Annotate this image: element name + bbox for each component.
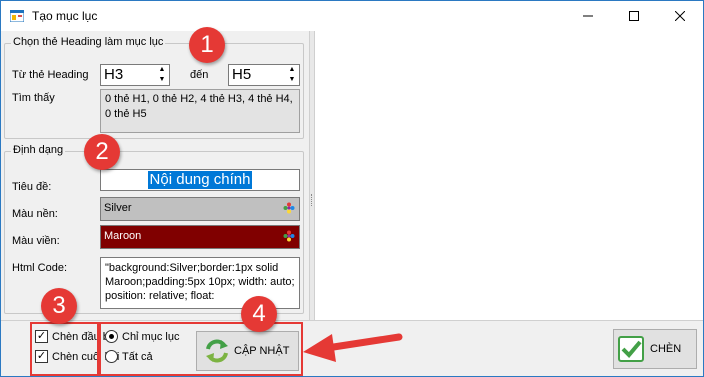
html-code-label: Html Code: <box>12 262 68 274</box>
minimize-icon <box>583 15 593 17</box>
to-heading-label: đến <box>190 69 209 81</box>
app-window-icon <box>10 10 24 22</box>
annotation-badge-4: 4 <box>241 296 277 332</box>
found-label: Tìm thấy <box>12 92 55 104</box>
title-input[interactable]: Nội dung chính <box>100 169 300 191</box>
heading-group: Chọn thẻ Heading làm mục lục Từ thẻ Head… <box>4 36 304 139</box>
color-palette-icon[interactable] <box>283 230 295 242</box>
checkmark-icon <box>618 336 644 362</box>
preview-panel <box>315 31 703 320</box>
format-group-legend: Định dạng <box>11 144 66 156</box>
to-heading-spinner[interactable]: H5 ▲ ▼ <box>228 64 300 86</box>
border-color-label: Màu viền: <box>12 235 60 247</box>
close-icon <box>675 11 685 21</box>
maximize-button[interactable] <box>611 1 657 31</box>
annotation-badge-3: 3 <box>41 288 77 324</box>
to-heading-value: H5 <box>232 66 252 83</box>
background-color-label: Màu nền: <box>12 208 58 220</box>
background-color-field[interactable]: Silver <box>100 197 300 221</box>
spinner-arrows-icon[interactable]: ▲ ▼ <box>285 65 299 85</box>
annotation-badge-2: 2 <box>84 134 120 170</box>
heading-group-legend: Chọn thẻ Heading làm mục lục <box>11 36 166 48</box>
insert-button[interactable]: CHÈN <box>613 329 697 369</box>
annotation-frame-options <box>99 322 303 376</box>
from-heading-label: Từ thẻ Heading <box>12 69 89 81</box>
splitter-grip-icon <box>311 194 313 206</box>
border-color-value: Maroon <box>104 230 142 242</box>
window-title: Tạo mục lục <box>32 9 98 23</box>
title-input-value: Nội dung chính <box>147 171 253 189</box>
title-label: Tiêu đề: <box>12 181 52 193</box>
annotation-frame-checkboxes <box>30 322 99 376</box>
spinner-arrows-icon[interactable]: ▲ ▼ <box>155 65 169 85</box>
settings-panel: Chọn thẻ Heading làm mục lục Từ thẻ Head… <box>1 31 309 320</box>
from-heading-spinner[interactable]: H3 ▲ ▼ <box>100 64 170 86</box>
color-palette-icon[interactable] <box>283 202 295 214</box>
create-toc-window: Tạo mục lục Chọn thẻ Heading làm mục lục… <box>0 0 704 377</box>
insert-button-label: CHÈN <box>650 343 682 355</box>
from-heading-value: H3 <box>104 66 124 83</box>
found-summary: 0 thẻ H1, 0 thẻ H2, 4 thẻ H3, 4 thẻ H4, … <box>100 89 300 133</box>
close-button[interactable] <box>657 1 703 31</box>
maximize-icon <box>629 11 639 21</box>
background-color-value: Silver <box>104 202 132 214</box>
minimize-button[interactable] <box>565 1 611 31</box>
border-color-field[interactable]: Maroon <box>100 225 300 249</box>
title-bar: Tạo mục lục <box>1 1 703 31</box>
annotation-badge-1: 1 <box>189 27 225 63</box>
